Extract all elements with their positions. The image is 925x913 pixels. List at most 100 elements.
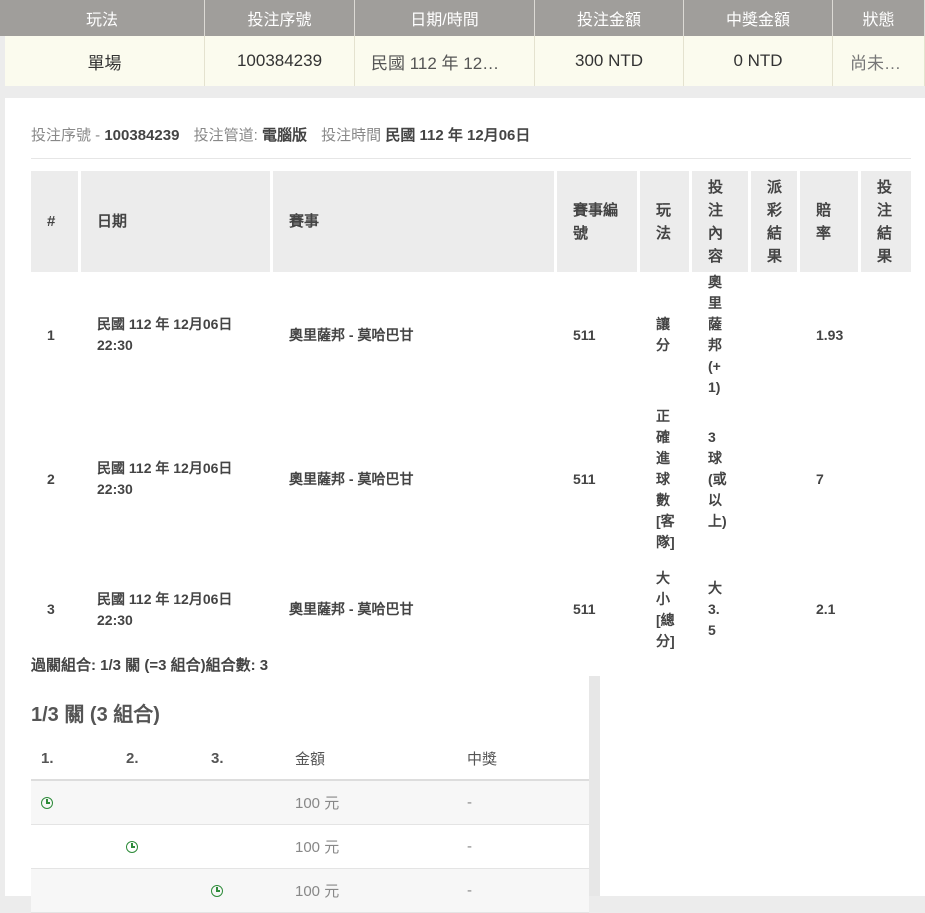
bet-info-line: 投注序號 - 100384239 投注管道: 電腦版 投注時間 民國 112 年… <box>31 124 530 145</box>
combo-prize: - <box>457 824 589 869</box>
col-no: # <box>31 171 81 272</box>
col-date: 日期 <box>81 171 273 272</box>
combo-section: 1/3 關 (3 組合) 1. 2. 3. 金額 中獎 100 元 - 100 … <box>31 676 600 913</box>
summary-datetime: 民國 112 年 12… <box>355 36 535 86</box>
row-no: 2 <box>47 470 55 487</box>
row-play-text: 大小[總分] <box>656 569 675 649</box>
row-play-text: 讓分 <box>656 316 670 353</box>
row-date: 民國 112 年 12月06日 <box>97 460 233 476</box>
row-no: 1 <box>47 326 55 343</box>
selection-header-row: # 日期 賽事 賽事編號 玩法 投注內容 派彩結果 賠率 投注結果 <box>31 171 911 272</box>
col-result-label: 投注結果 <box>877 178 893 265</box>
bet-detail-panel: 投注序號 - 100384239 投注管道: 電腦版 投注時間 民國 112 年… <box>5 98 925 913</box>
selection-row: 1 民國 112 年 12月06日 22:30 奧里薩邦 - 莫哈巴甘 511 讓… <box>31 272 911 398</box>
combo-summary: 過關組合: 1/3 關 (=3 組合)組合數: 3 <box>31 657 269 674</box>
combo-cell-3 <box>201 868 285 913</box>
combo-cell-2 <box>116 780 201 825</box>
row-content-text: 奧里薩邦(+1) <box>708 274 722 395</box>
summary-header: 玩法 投注序號 日期/時間 投注金額 中獎金額 狀態 <box>0 0 925 36</box>
col-payout-label: 派彩結果 <box>767 178 783 265</box>
row-content-text: 大3.5 <box>708 580 722 638</box>
bet-id-value: 100384239 <box>104 127 180 144</box>
row-play: 大小[總分] <box>640 560 692 659</box>
combo-cell-3 <box>201 780 285 825</box>
row-time: 22:30 <box>97 337 133 353</box>
header-play-type: 玩法 <box>0 0 205 36</box>
row-match-no: 511 <box>573 470 596 487</box>
col-play: 玩法 <box>640 171 692 272</box>
row-time: 22:30 <box>97 481 133 497</box>
combo-title: 1/3 關 (3 組合) <box>31 704 160 726</box>
row-date: 民國 112 年 12月06日 <box>97 590 233 607</box>
col-result: 投注結果 <box>861 171 911 272</box>
row-odds: 1.93 <box>816 326 844 343</box>
combo-col-1: 1. <box>31 738 116 781</box>
combo-row: 100 元 - <box>31 868 589 913</box>
row-date: 民國 112 年 12月06日 <box>97 316 233 332</box>
combo-row: 100 元 - <box>31 824 589 869</box>
summary-win-amount: 0 NTD <box>684 36 833 86</box>
summary-play-type: 單場 <box>5 36 205 86</box>
bet-time-label: 投注時間 <box>321 127 382 144</box>
clock-icon <box>211 884 223 897</box>
combo-cell-1 <box>31 868 116 913</box>
summary-bet-id: 100384239 <box>205 36 355 86</box>
combo-col-2: 2. <box>116 738 201 781</box>
row-result <box>861 560 911 659</box>
row-content-text: 3球(或以上) <box>708 428 727 529</box>
col-odds: 賠率 <box>800 171 861 272</box>
header-status: 狀態 <box>833 0 925 36</box>
row-match-no: 511 <box>573 601 596 617</box>
col-odds-label: 賠率 <box>816 201 832 242</box>
combo-cell-1 <box>31 824 116 869</box>
bet-time-value: 民國 112 年 12月06日 <box>385 127 531 144</box>
header-bet-amount: 投注金額 <box>535 0 684 36</box>
combo-cell-2 <box>116 868 201 913</box>
combo-prize: - <box>457 780 589 825</box>
bet-summary-table: 玩法 投注序號 日期/時間 投注金額 中獎金額 狀態 單場 100384239 … <box>0 0 925 86</box>
row-datetime: 民國 112 年 12月06日 22:30 <box>81 560 273 659</box>
summary-row[interactable]: 單場 100384239 民國 112 年 12… 300 NTD 0 NTD … <box>5 36 925 86</box>
row-content: 奧里薩邦(+1) <box>692 272 751 398</box>
clock-icon <box>41 796 53 809</box>
combo-header-row: 1. 2. 3. 金額 中獎 <box>31 738 589 781</box>
combo-prize: - <box>457 868 589 913</box>
row-play: 讓分 <box>640 272 692 398</box>
summary-bet-amount: 300 NTD <box>535 36 684 86</box>
row-match: 奧里薩邦 - 莫哈巴甘 <box>289 326 414 343</box>
combo-amount: 100 元 <box>285 868 457 913</box>
row-result <box>861 398 911 560</box>
row-play-text: 正確進球數[客隊] <box>656 407 675 550</box>
row-match: 奧里薩邦 - 莫哈巴甘 <box>289 470 414 487</box>
combo-col-prize: 中獎 <box>457 738 589 781</box>
col-match-no: 賽事編號 <box>557 171 640 272</box>
col-match-no-label: 賽事編號 <box>573 201 619 242</box>
selection-row: 2 民國 112 年 12月06日 22:30 奧里薩邦 - 莫哈巴甘 511 正… <box>31 398 911 560</box>
row-odds: 7 <box>816 470 824 487</box>
combo-col-3: 3. <box>201 738 285 781</box>
col-payout: 派彩結果 <box>751 171 800 272</box>
row-result <box>861 272 911 398</box>
selection-table: # 日期 賽事 賽事編號 玩法 投注內容 派彩結果 賠率 投注結果 1 民國 1… <box>31 171 911 659</box>
selection-row: 3 民國 112 年 12月06日 22:30 奧里薩邦 - 莫哈巴甘 511 大… <box>31 560 911 659</box>
col-match: 賽事 <box>273 171 557 272</box>
row-odds: 2.1 <box>816 601 836 617</box>
row-content: 大3.5 <box>692 560 751 659</box>
row-match: 奧里薩邦 - 莫哈巴甘 <box>289 601 414 617</box>
combo-cell-2 <box>116 824 201 869</box>
row-time: 22:30 <box>97 611 133 628</box>
combo-amount: 100 元 <box>285 824 457 869</box>
divider <box>31 158 911 159</box>
row-payout <box>751 560 800 659</box>
row-payout <box>751 398 800 560</box>
row-match-no: 511 <box>573 326 596 343</box>
header-win-amount: 中獎金額 <box>684 0 833 36</box>
combo-row: 100 元 - <box>31 780 589 825</box>
row-no: 3 <box>47 601 55 617</box>
row-datetime: 民國 112 年 12月06日 22:30 <box>81 272 273 398</box>
row-play: 正確進球數[客隊] <box>640 398 692 560</box>
summary-status: 尚未… <box>833 36 925 86</box>
combo-amount: 100 元 <box>285 780 457 825</box>
channel-label: 投注管道: <box>193 127 258 144</box>
bet-id-label: 投注序號 - <box>31 127 101 144</box>
